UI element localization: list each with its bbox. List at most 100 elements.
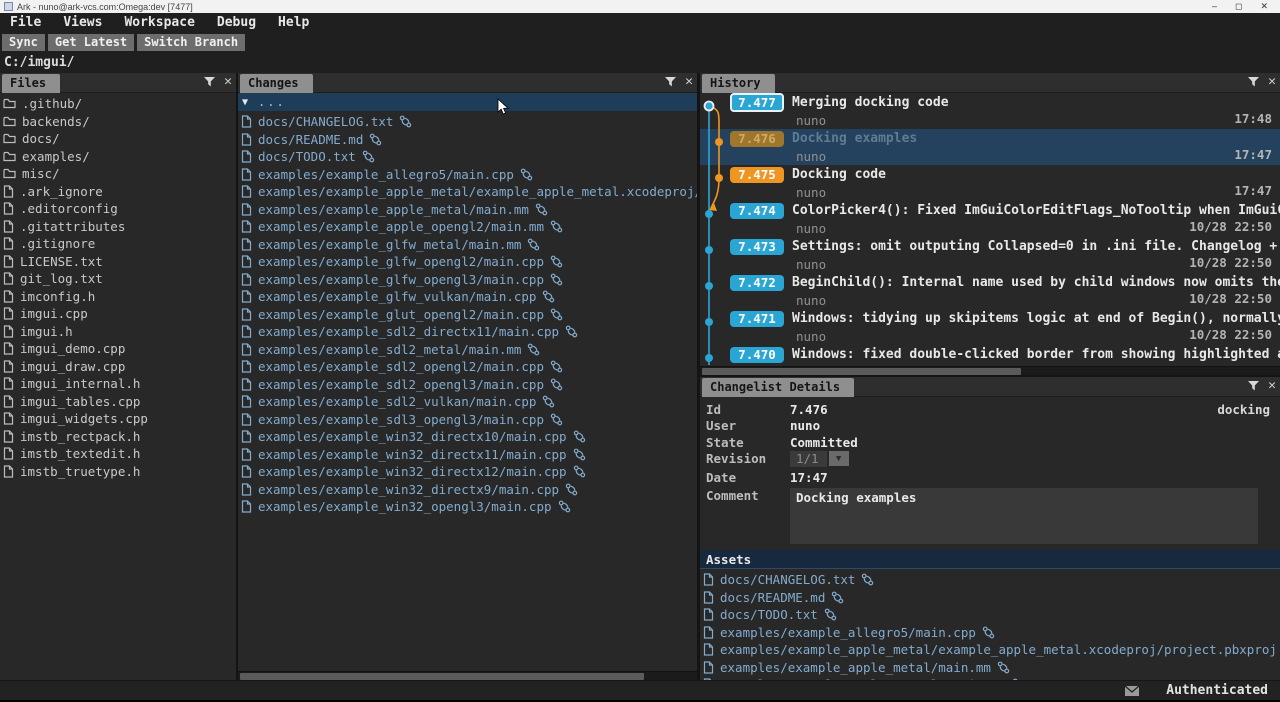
toolbar-button[interactable]: Switch Branch [137,34,245,51]
tab-changelist-details[interactable]: Changelist Details [702,378,854,397]
file-tree-item[interactable]: imgui_widgets.cpp [0,410,236,428]
changed-file-row[interactable]: examples/example_win32_directx9/main.cpp [238,481,697,499]
history-entry-row[interactable]: 7.477 Merging docking code nuno 17:48 [700,93,1280,129]
changed-file-row[interactable]: examples/example_apple_metal/example_app… [238,183,697,201]
tab-changes[interactable]: Changes [240,74,313,93]
changed-file-row[interactable]: examples/example_glut_opengl2/main.cpp [238,306,697,324]
filter-icon[interactable] [1247,76,1260,88]
changed-file-row[interactable]: examples/example_glfw_metal/main.mm [238,236,697,254]
asset-file-row[interactable]: docs/CHANGELOG.txt [700,571,1280,589]
changed-file-row[interactable]: examples/example_win32_directx11/main.cp… [238,446,697,464]
asset-file-row[interactable]: docs/TODO.txt [700,606,1280,624]
file-tree-item[interactable]: imgui_demo.cpp [0,340,236,358]
changes-horizontal-scrollbar[interactable] [238,671,697,680]
file-tree-item[interactable]: imgui.h [0,323,236,341]
changed-file-row[interactable]: examples/example_glfw_opengl2/main.cpp [238,253,697,271]
menu-item[interactable]: Help [278,15,309,30]
history-entry-row[interactable]: 7.472 BeginChild(): Internal name used b… [700,273,1280,309]
toolbar-button[interactable]: Sync [2,34,45,51]
file-tree-item[interactable]: .editorconfig [0,200,236,218]
menu-item[interactable]: Workspace [124,15,194,30]
history-entry-row[interactable]: 7.475 Docking code nuno 17:47 [700,165,1280,201]
filter-icon[interactable] [203,76,216,88]
file-tree-item[interactable]: examples/ [0,148,236,166]
asset-file-row[interactable]: examples/example_apple_metal/main.mm [700,659,1280,677]
asset-file-row[interactable]: examples/example_allegro5/main.cpp [700,624,1280,642]
changelist-time: 10/28 22:50 [1189,327,1272,342]
file-tree-item[interactable]: .gitignore [0,235,236,253]
changed-file-row[interactable]: examples/example_sdl2_directx11/main.cpp [238,323,697,341]
file-tree-item[interactable]: imstb_rectpack.h [0,428,236,446]
changed-file-row[interactable]: examples/example_glfw_vulkan/main.cpp [238,288,697,306]
changed-file-row[interactable]: examples/example_win32_directx12/main.cp… [238,463,697,481]
file-tree-item[interactable]: .github/ [0,95,236,113]
history-entry-row[interactable]: 7.471 Windows: tidying up skipitems logi… [700,309,1280,345]
file-tree-item[interactable]: imconfig.h [0,288,236,306]
file-tree-item[interactable]: LICENSE.txt [0,253,236,271]
changed-file-row[interactable]: examples/example_sdl2_opengl2/main.cpp [238,358,697,376]
close-icon[interactable]: ✕ [685,75,693,88]
file-tree-item[interactable]: imgui_draw.cpp [0,358,236,376]
changed-file-row[interactable]: examples/example_apple_metal/main.mm [238,201,697,219]
file-name: imstb_rectpack.h [20,429,140,444]
file-tree-item[interactable]: misc/ [0,165,236,183]
scrollbar-thumb[interactable] [240,673,644,680]
asset-file-row[interactable]: examples/example_apple_metal/example_app… [700,641,1280,659]
changed-file-row[interactable]: examples/example_sdl2_vulkan/main.cpp [238,393,697,411]
file-tree-item[interactable]: backends/ [0,113,236,131]
changed-file-row[interactable]: examples/example_win32_opengl3/main.cpp [238,498,697,516]
file-tree-item[interactable]: .ark_ignore [0,183,236,201]
file-tree-item[interactable]: imgui.cpp [0,305,236,323]
file-icon [3,325,14,338]
asset-file-row[interactable]: docs/README.md [700,589,1280,607]
history-horizontal-scrollbar[interactable] [700,366,1280,375]
tab-files[interactable]: Files [2,74,60,93]
changed-file-row[interactable]: examples/example_apple_opengl2/main.mm [238,218,697,236]
filter-icon[interactable] [1247,380,1260,392]
branch-commit-dot [715,174,723,182]
maximize-button[interactable]: ◻ [1235,1,1242,12]
file-tree-item[interactable]: .gitattributes [0,218,236,236]
commit-dot [705,210,713,218]
changed-file-row[interactable]: examples/example_allegro5/main.cpp [238,166,697,184]
changed-file-row[interactable]: docs/TODO.txt [238,148,697,166]
file-tree-item[interactable]: docs/ [0,130,236,148]
file-icon [703,573,714,586]
menu-item[interactable]: Debug [217,15,256,30]
integrate-branch-icon [535,203,548,216]
details-panel-header: Changelist Details ✕ [700,377,1280,397]
file-tree-item[interactable]: imgui_tables.cpp [0,393,236,411]
file-tree-item[interactable]: git_log.txt [0,270,236,288]
integrate-branch-icon [369,133,382,146]
file-tree-item[interactable]: imgui_internal.h [0,375,236,393]
close-icon[interactable]: ✕ [1268,379,1276,392]
changed-file-row[interactable]: examples/example_sdl2_opengl3/main.cpp [238,376,697,394]
menu-item[interactable]: Views [63,15,102,30]
changed-file-row[interactable]: docs/CHANGELOG.txt [238,113,697,131]
changed-file-row[interactable]: docs/README.md [238,131,697,149]
minimize-button[interactable]: – [1212,1,1217,12]
scrollbar-thumb[interactable] [702,368,1021,375]
changed-file-row[interactable]: examples/example_win32_directx10/main.cp… [238,428,697,446]
changed-file-row[interactable]: examples/example_sdl3_opengl3/main.cpp [238,411,697,429]
changed-file-row[interactable]: examples/example_sdl2_metal/main.mm [238,341,697,359]
expand-triangle-icon[interactable]: ▼ [242,97,248,108]
file-tree-item[interactable]: imstb_truetype.h [0,463,236,481]
history-entry-row[interactable]: 7.473 Settings: omit outputing Collapsed… [700,237,1280,273]
revision-dropdown[interactable]: ▼ [829,451,849,466]
history-entry-row[interactable]: 7.470 Windows: fixed double-clicked bord… [700,345,1280,365]
changes-root-row[interactable]: ▼ ... [238,93,697,111]
close-button[interactable]: ✕ [1260,1,1268,12]
filter-icon[interactable] [664,76,677,88]
file-tree-item[interactable]: imstb_textedit.h [0,445,236,463]
changed-file-row[interactable]: examples/example_glfw_opengl3/main.cpp [238,271,697,289]
close-icon[interactable]: ✕ [224,75,232,88]
history-entry-row[interactable]: 7.476 Docking examples nuno 17:47 [700,129,1280,165]
comment-input[interactable]: Docking examples [790,488,1258,544]
close-icon[interactable]: ✕ [1268,75,1276,88]
history-entry-row[interactable]: 7.474 ColorPicker4(): Fixed ImGuiColorEd… [700,201,1280,237]
toolbar-button[interactable]: Get Latest [48,34,134,51]
menu-item[interactable]: File [10,15,41,30]
tab-history[interactable]: History [702,74,775,93]
file-icon [241,168,252,181]
